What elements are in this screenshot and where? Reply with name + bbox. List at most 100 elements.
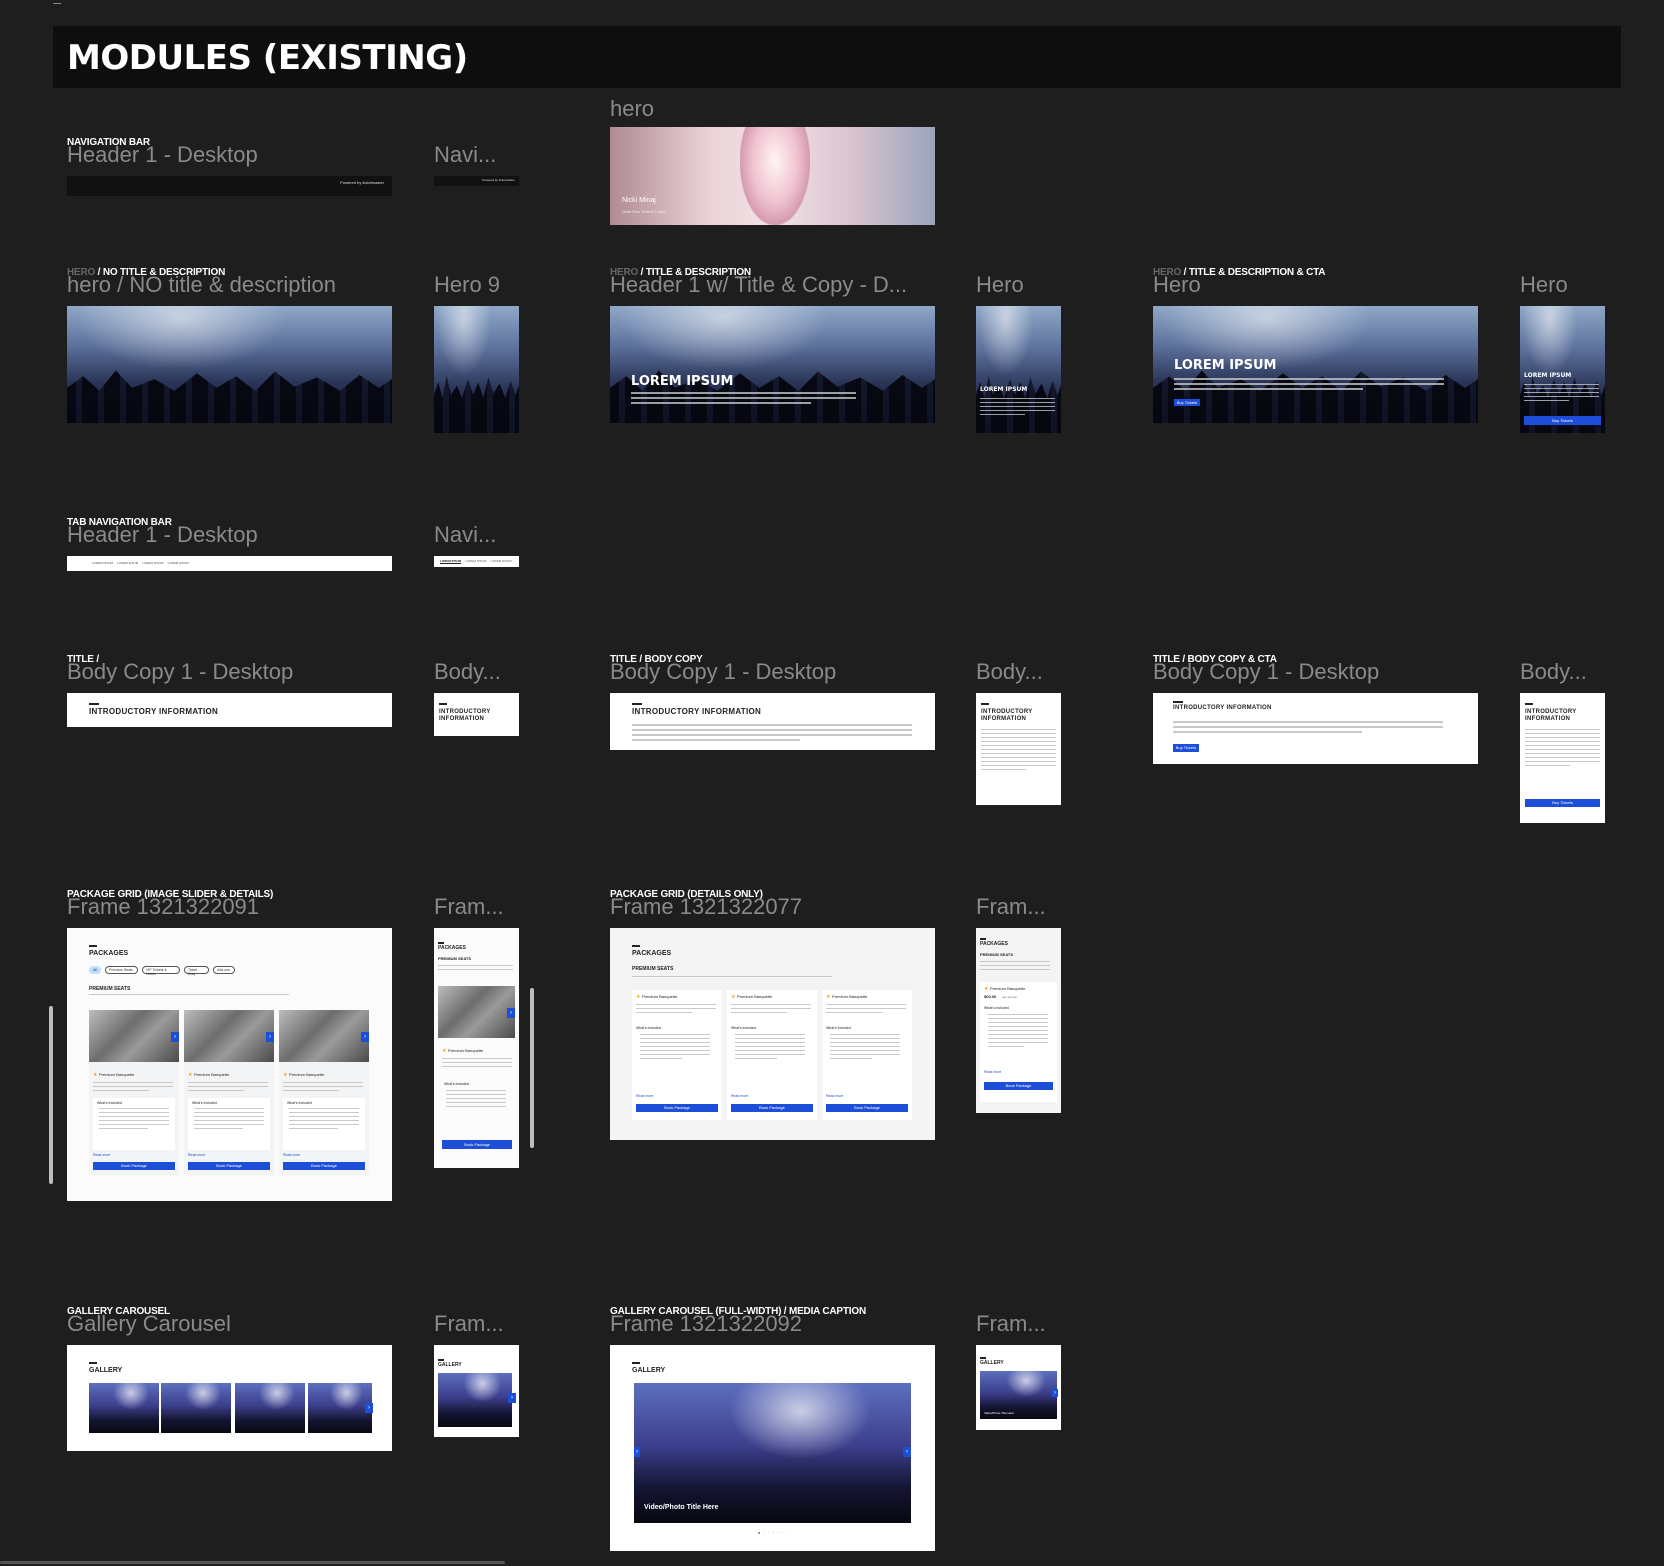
frame-label[interactable]: Header 1 - Desktop	[67, 142, 258, 168]
frame-label[interactable]: Hero	[1520, 272, 1568, 298]
book-package-button[interactable]: Book Package	[826, 1104, 908, 1112]
gallery-image[interactable]	[161, 1383, 231, 1433]
hero-title-desc-desktop-frame[interactable]: LOREM IPSUM	[610, 306, 935, 423]
tab-item[interactable]: LOREM IPSUM	[117, 561, 138, 565]
tab-nav-desktop-frame[interactable]: LOREM IPSUM LOREM IPSUM LOREM IPSUM LORE…	[67, 556, 392, 571]
hero-title-desc-mobile-frame[interactable]: LOREM IPSUM	[976, 306, 1061, 433]
frame-label[interactable]: Header 1 w/ Title & Copy - D...	[610, 272, 907, 298]
read-more-link[interactable]: Read more	[283, 1153, 300, 1157]
book-package-button[interactable]: Book Package	[93, 1162, 175, 1170]
frame-label[interactable]: Hero	[976, 272, 1024, 298]
frame-label[interactable]: Frame 1321322092	[610, 1311, 802, 1337]
frame-label[interactable]: Fram...	[976, 894, 1046, 920]
frame-label[interactable]: Body Copy 1 - Desktop	[1153, 659, 1379, 685]
buy-tickets-button[interactable]: Buy Tickets	[1173, 744, 1199, 752]
gallery-image[interactable]	[89, 1383, 159, 1433]
gallery-full-mobile-frame[interactable]: GALLERY Video/Photo Title Here ›	[976, 1345, 1061, 1430]
scrollbar[interactable]	[49, 1006, 53, 1184]
frame-label[interactable]: Fram...	[434, 1311, 504, 1337]
filter-chip[interactable]: Premium Seats	[105, 966, 138, 974]
chevron-right-icon[interactable]: ›	[365, 1403, 373, 1413]
frame-label[interactable]: Body...	[434, 659, 501, 685]
package-details-mobile-frame[interactable]: PACKAGES PREMIUM SEATS ★ Premium Banquet…	[976, 928, 1061, 1113]
gallery-desktop-frame[interactable]: GALLERY ›	[67, 1345, 392, 1451]
buy-tickets-button[interactable]: Buy Tickets	[1525, 799, 1600, 807]
tab-item[interactable]: LOREM IPSUM	[92, 561, 113, 565]
title-body-cta-mobile-frame[interactable]: INTRODUCTORY INFORMATION Buy Tickets	[1520, 693, 1605, 823]
book-package-button[interactable]: Book Package	[442, 1140, 512, 1149]
chevron-right-icon[interactable]: ›	[508, 1393, 516, 1403]
title-body-mobile-frame[interactable]: INTRODUCTORY INFORMATION	[976, 693, 1061, 805]
buy-tickets-button[interactable]: Buy Tickets	[1174, 399, 1200, 406]
read-more-link[interactable]: Read more	[93, 1153, 110, 1157]
frame-label[interactable]: Gallery Carousel	[67, 1311, 231, 1337]
chevron-left-icon[interactable]: ‹	[634, 1447, 640, 1457]
scrollbar[interactable]	[530, 988, 534, 1148]
chevron-right-icon[interactable]: ›	[1052, 1389, 1058, 1397]
gallery-featured-image[interactable]: Video/Photo Title Here	[634, 1383, 911, 1523]
frame-label[interactable]: hero / NO title & description	[67, 272, 336, 298]
gallery-image[interactable]	[438, 1373, 512, 1427]
tab-item[interactable]: LOREM IPSUM	[168, 561, 189, 565]
frame-label[interactable]: Frame 1321322091	[67, 894, 259, 920]
book-package-button[interactable]: Book Package	[636, 1104, 718, 1112]
package-slider-mobile-frame[interactable]: PACKAGES PREMIUM SEATS › ★ Premium Banqu…	[434, 928, 519, 1168]
frame-label[interactable]: Header 1 - Desktop	[67, 522, 258, 548]
gallery-image[interactable]	[308, 1383, 372, 1433]
hero-no-title-desktop-frame[interactable]	[67, 306, 392, 423]
hero-cta-desktop-frame[interactable]: LOREM IPSUM Buy Tickets	[1153, 306, 1478, 423]
filter-chip-all[interactable]: All	[89, 966, 101, 974]
title-body-desktop-frame[interactable]: INTRODUCTORY INFORMATION	[610, 693, 935, 750]
read-more-link[interactable]: Read more	[731, 1094, 748, 1098]
title-desktop-frame[interactable]: INTRODUCTORY INFORMATION	[67, 693, 392, 727]
frame-label[interactable]: Frame 1321322077	[610, 894, 802, 920]
title-mobile-frame[interactable]: INTRODUCTORY INFORMATION	[434, 693, 519, 736]
frame-label[interactable]: Body...	[976, 659, 1043, 685]
carousel-dots[interactable]: ● · · · · · ·	[758, 1530, 788, 1535]
tab-item[interactable]: LOREM IPSUM	[491, 559, 512, 563]
chevron-right-icon[interactable]: ›	[507, 1008, 515, 1018]
read-more-link[interactable]: Read more	[826, 1094, 843, 1098]
chevron-right-icon[interactable]: ›	[361, 1032, 369, 1042]
frame-label[interactable]: Hero	[1153, 272, 1201, 298]
chevron-right-icon[interactable]: ›	[266, 1032, 274, 1042]
read-more-link[interactable]: Read more	[636, 1094, 653, 1098]
filter-chip[interactable]: Ticket Only	[184, 966, 209, 976]
buy-tickets-button[interactable]: Buy Tickets	[1524, 416, 1601, 425]
horizontal-scrollbar[interactable]	[0, 1561, 505, 1564]
frame-label[interactable]: Navi...	[434, 142, 496, 168]
navigation-bar-mobile-frame[interactable]: Powered by ticketmaster	[434, 176, 519, 186]
gallery-full-desktop-frame[interactable]: GALLERY Video/Photo Title Here ‹ › ● · ·…	[610, 1345, 935, 1551]
frame-label[interactable]: Hero 9	[434, 272, 500, 298]
chevron-right-icon[interactable]: ›	[903, 1447, 911, 1457]
title-body-cta-desktop-frame[interactable]: INTRODUCTORY INFORMATION Buy Tickets	[1153, 693, 1478, 764]
frame-label[interactable]: Navi...	[434, 522, 496, 548]
book-package-button[interactable]: Book Package	[731, 1104, 813, 1112]
tab-nav-mobile-frame[interactable]: LOREM IPSUM LOREM IPSUM LOREM IPSUM	[434, 556, 519, 567]
chevron-right-icon[interactable]: ›	[171, 1032, 179, 1042]
tab-item[interactable]: LOREM IPSUM	[465, 559, 486, 563]
package-slider-desktop-frame[interactable]: PACKAGES All Premium Seats VIP Tickets &…	[67, 928, 392, 1201]
book-package-button[interactable]: Book Package	[283, 1162, 365, 1170]
hero-no-title-mobile-frame[interactable]	[434, 306, 519, 433]
filter-chip[interactable]: Add-ons	[213, 966, 235, 974]
book-package-button[interactable]: Book Package	[188, 1162, 270, 1170]
book-package-button[interactable]: Book Package	[984, 1082, 1053, 1090]
gallery-mobile-frame[interactable]: GALLERY ›	[434, 1345, 519, 1437]
read-more-link[interactable]: Read more	[984, 1070, 1001, 1074]
frame-label[interactable]: Fram...	[976, 1311, 1046, 1337]
frame-label[interactable]: Body Copy 1 - Desktop	[67, 659, 293, 685]
tab-item[interactable]: LOREM IPSUM	[142, 561, 163, 565]
navigation-bar-desktop-frame[interactable]: Powered by ticketmaster	[67, 176, 392, 196]
hero-artist-frame[interactable]: Nicki Minaj Grab Your Tickets Today	[610, 127, 935, 225]
frame-label[interactable]: hero	[610, 96, 654, 122]
frame-label[interactable]: Body...	[1520, 659, 1587, 685]
gallery-featured-image[interactable]: Video/Photo Title Here	[980, 1371, 1057, 1419]
frame-label[interactable]: Fram...	[434, 894, 504, 920]
package-details-desktop-frame[interactable]: PACKAGES PREMIUM SEATS ★ Premium Banquet…	[610, 928, 935, 1140]
frame-label[interactable]: Body Copy 1 - Desktop	[610, 659, 836, 685]
hero-cta-mobile-frame[interactable]: LOREM IPSUM Buy Tickets	[1520, 306, 1605, 433]
tab-item-active[interactable]: LOREM IPSUM	[440, 559, 462, 564]
gallery-image[interactable]	[235, 1383, 305, 1433]
filter-chip[interactable]: VIP Tickets & Hotels	[142, 966, 180, 976]
